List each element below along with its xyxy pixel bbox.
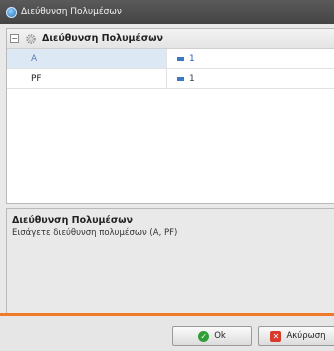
property-value: 1	[189, 53, 195, 64]
cancel-button[interactable]: ✕ Ακύρωση	[258, 326, 334, 346]
collapse-icon[interactable]: −	[10, 34, 19, 43]
app-icon	[6, 6, 17, 18]
property-name: PF	[7, 69, 167, 88]
close-icon: ✕	[270, 330, 282, 342]
value-marker-icon	[177, 56, 184, 61]
gear-icon	[26, 33, 36, 44]
property-row-pf[interactable]: PF 1	[7, 69, 334, 89]
description-title: Διεύθυνση Πολυμέσων	[12, 215, 133, 226]
property-value-field[interactable]: 1	[167, 49, 334, 68]
property-name: A	[7, 49, 167, 68]
cancel-button-label: Ακύρωση	[286, 331, 326, 341]
ok-button[interactable]: ✓ Ok	[172, 326, 252, 346]
property-group-header[interactable]: − Διεύθυνση Πολυμέσων	[7, 29, 334, 49]
dialog-footer: ✓ Ok ✕ Ακύρωση	[0, 316, 334, 351]
property-value: 1	[189, 73, 195, 84]
description-text: Εισάγετε διεύθυνση πολυμέσων (A, PF)	[12, 228, 178, 238]
property-group-title: Διεύθυνση Πολυμέσων	[42, 33, 163, 44]
description-panel: Διεύθυνση Πολυμέσων Εισάγετε διεύθυνση π…	[6, 208, 334, 314]
check-icon: ✓	[198, 330, 210, 342]
title-bar[interactable]: Διεύθυνση Πολυμέσων	[0, 0, 334, 24]
property-row-a[interactable]: A 1	[7, 49, 334, 69]
property-value-field[interactable]: 1	[167, 69, 334, 88]
ok-button-label: Ok	[214, 331, 226, 341]
window-title: Διεύθυνση Πολυμέσων	[21, 7, 122, 17]
dialog-window: Διεύθυνση Πολυμέσων − Διεύθυνση Πολυμέσω…	[0, 0, 334, 351]
value-marker-icon	[177, 76, 184, 81]
property-grid: − Διεύθυνση Πολυμέσων A 1 PF 1	[6, 28, 334, 204]
